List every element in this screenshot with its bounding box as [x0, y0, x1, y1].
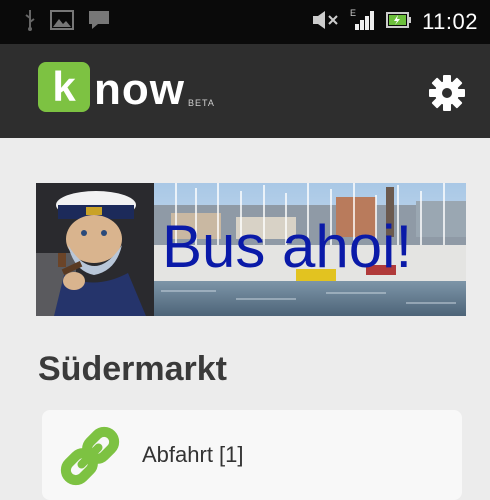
image-notification-icon: [50, 9, 74, 35]
message-notification-icon: [88, 10, 110, 35]
bus-ahoi-banner: Bus ahoi!: [36, 183, 466, 316]
stop-title: Südermarkt: [38, 350, 227, 388]
svg-text:E: E: [350, 8, 356, 18]
know-logo: k now BETA: [38, 62, 215, 112]
logo-wordmark: now: [94, 65, 185, 114]
settings-button[interactable]: [428, 74, 466, 112]
mute-icon: [312, 10, 340, 35]
status-bar: E 11:02: [0, 0, 490, 44]
banner-title: Bus ahoi!: [162, 213, 413, 280]
status-clock: 11:02: [422, 9, 478, 34]
departures-card[interactable]: Abfahrt [1]: [42, 410, 462, 500]
status-left: [0, 9, 110, 36]
app-bar: k now BETA: [0, 44, 490, 138]
gear-icon: [428, 75, 466, 116]
departures-label: Abfahrt [1]: [142, 442, 244, 467]
signal-edge-icon: E: [350, 8, 376, 37]
link-icon: [58, 424, 122, 488]
logo-beta-tag: BETA: [187, 98, 215, 108]
usb-icon: [24, 9, 36, 36]
status-right: E 11:02: [312, 8, 490, 37]
battery-charging-icon: [386, 11, 412, 34]
logo-letter: k: [38, 62, 90, 112]
